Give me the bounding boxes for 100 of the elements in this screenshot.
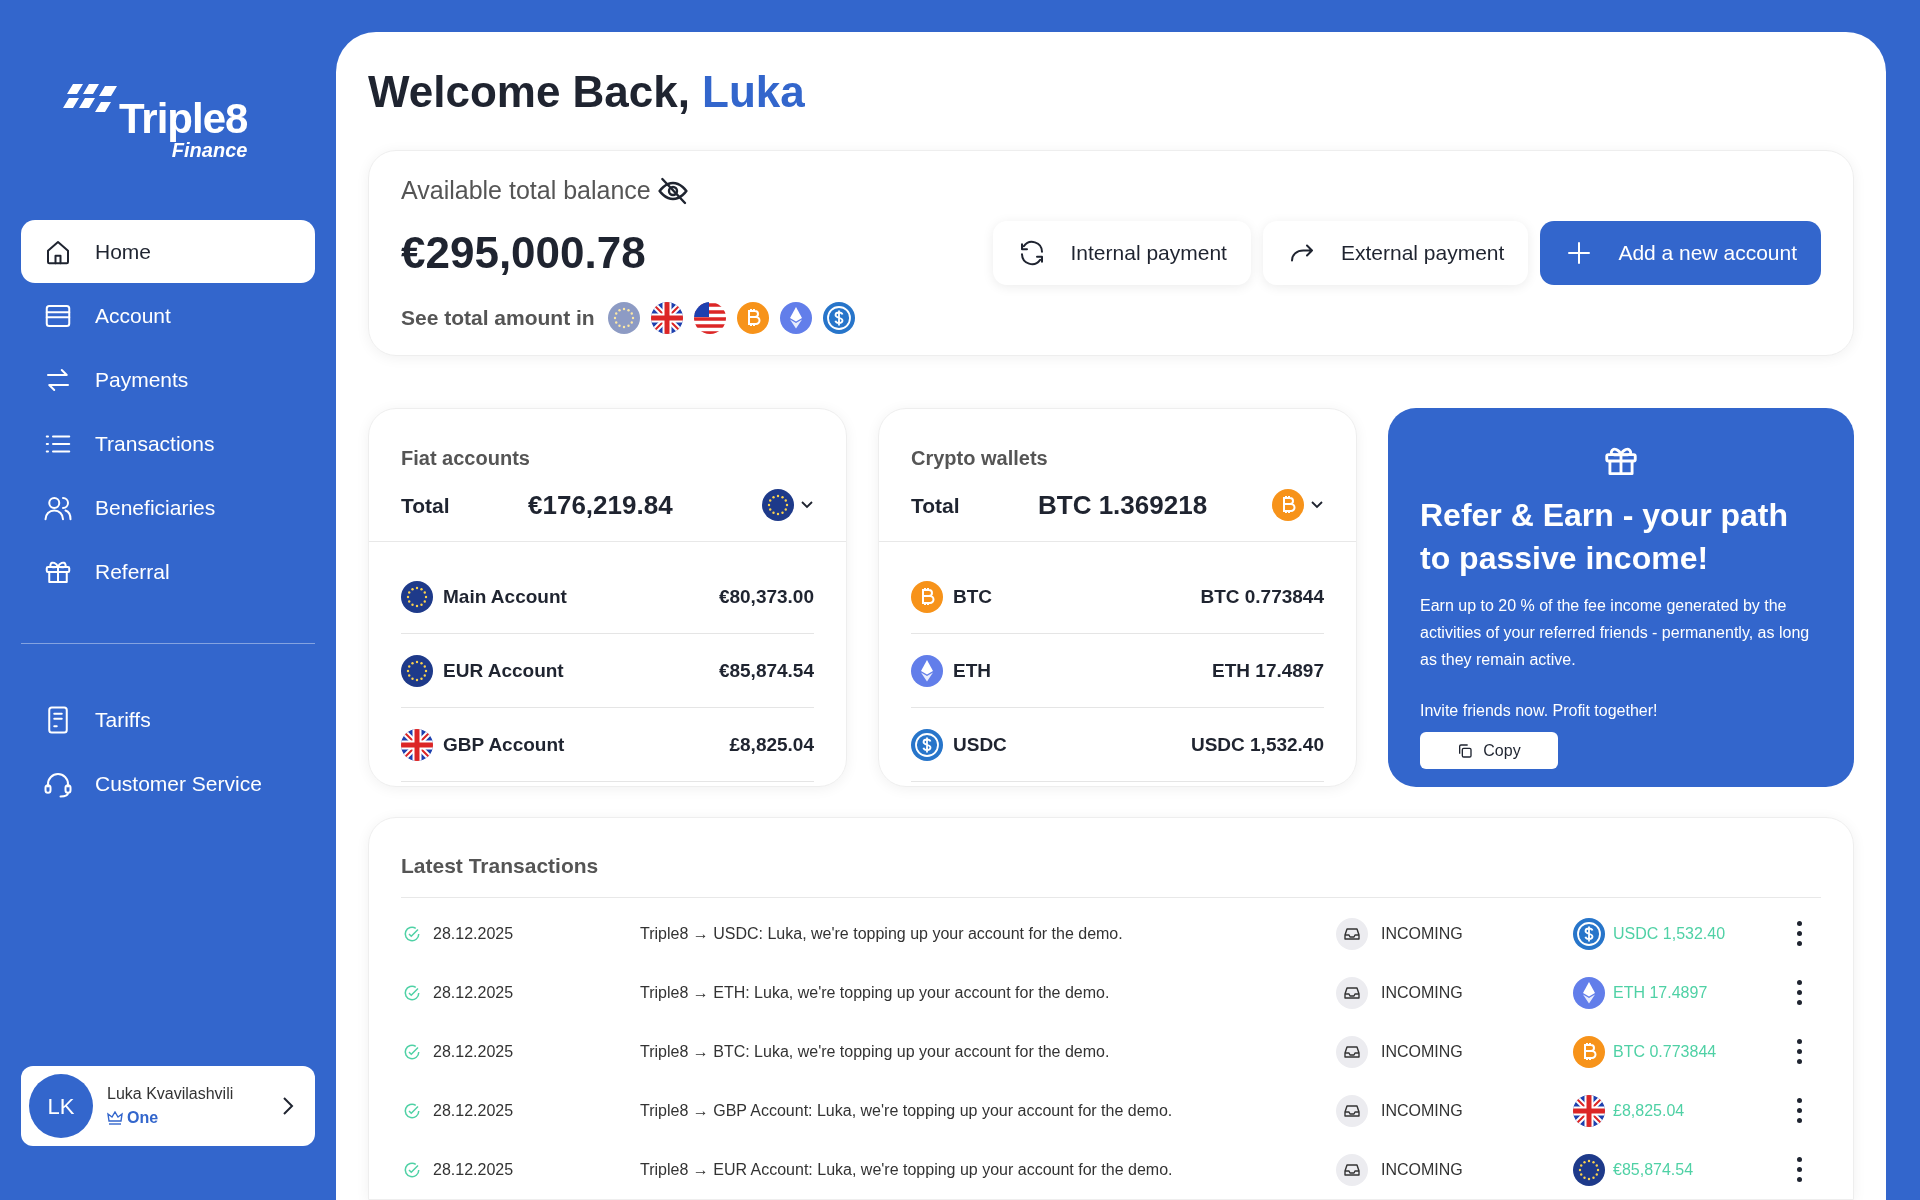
card-title: Crypto wallets <box>911 446 1049 472</box>
account-name: BTC <box>953 584 994 609</box>
bitcoin-icon <box>1272 489 1304 522</box>
plan-label: One <box>127 1108 159 1128</box>
transaction-amount: ETH 17.4897 <box>1613 982 1709 1003</box>
account-balance: €80,373.00 <box>718 584 814 609</box>
nav-item[interactable]: Account <box>21 284 315 347</box>
transaction-date: 28.12.2025 <box>433 1100 515 1121</box>
inbox-icon <box>1336 917 1368 950</box>
ethereum-icon <box>779 301 812 334</box>
transaction-date: 28.12.2025 <box>433 923 515 944</box>
referral-description: Earn up to 20 % of the fee income generated by the activities of your referred friends - permanently, as long as they remain active. <box>1420 596 1811 671</box>
uk-flag-icon <box>650 301 683 334</box>
currency-option[interactable] <box>650 301 683 334</box>
bitcoin-icon <box>911 580 943 613</box>
check-circle-icon <box>403 1042 421 1061</box>
balance-label: Available total balance <box>401 175 651 207</box>
transaction-description: Triple8 → EUR Account: Luka, we're topping up your account for the demo. <box>640 1159 1174 1180</box>
uk-flag-icon <box>401 728 433 761</box>
logo-wordmark: Triple8 <box>119 94 248 142</box>
account-balance: BTC 0.773844 <box>1200 584 1324 609</box>
transaction-direction: INCOMING <box>1381 1159 1464 1180</box>
inbox-icon <box>1336 1094 1368 1127</box>
inbox-icon <box>1336 976 1368 1009</box>
account-name: ETH <box>953 658 992 683</box>
account-balance: USDC 1,532.40 <box>1190 732 1324 757</box>
account-name: Main Account <box>443 584 568 609</box>
nav-item[interactable]: Referral <box>21 540 315 603</box>
currency-option[interactable] <box>822 301 855 334</box>
nav-item[interactable]: Beneficiaries <box>21 476 315 539</box>
transaction-direction: INCOMING <box>1381 923 1464 944</box>
account-name: GBP Account <box>443 732 566 757</box>
transaction-description: Triple8 → BTC: Luka, we're topping up your account for the demo. <box>640 1041 1111 1062</box>
ethereum-icon <box>1573 976 1605 1009</box>
transaction-date: 28.12.2025 <box>433 982 515 1003</box>
copy-button[interactable]: Copy <box>1420 732 1558 770</box>
eu-flag-icon <box>401 654 433 687</box>
transaction-amount: USDC 1,532.40 <box>1613 923 1727 944</box>
account-name: USDC <box>953 732 1008 757</box>
action-button[interactable]: External payment <box>1262 221 1529 286</box>
referral-invite-text: Invite friends now. Profit together! <box>1420 701 1659 722</box>
account-balance: €85,874.54 <box>718 658 814 683</box>
user-name: Luka <box>702 66 805 118</box>
account-balance: ETH 17.4897 <box>1212 658 1324 683</box>
currency-selector-label: See total amount in <box>401 305 595 332</box>
usdc-icon <box>1573 917 1605 950</box>
nav-item[interactable]: Home <box>21 220 315 283</box>
transaction-description: Triple8 → GBP Account: Luka, we're topping up your account for the demo. <box>640 1100 1174 1121</box>
welcome-heading: Welcome Back, <box>368 66 690 118</box>
balance-amount: €295,000.78 <box>401 226 647 279</box>
nav-item[interactable]: Transactions <box>21 412 315 475</box>
eu-flag-icon <box>762 489 794 522</box>
transactions-title: Latest Transactions <box>401 852 600 879</box>
chevron-right-icon <box>281 1095 295 1117</box>
nav-item[interactable]: Customer Service <box>21 752 315 815</box>
ethereum-icon <box>911 654 943 687</box>
bitcoin-icon <box>736 301 769 334</box>
eu-flag-icon <box>607 301 640 334</box>
currency-option[interactable] <box>779 301 812 334</box>
bitcoin-icon <box>1573 1035 1605 1068</box>
referral-title: Refer & Earn - your path to passive income! <box>1420 496 1790 579</box>
currency-option[interactable] <box>693 301 726 334</box>
action-button[interactable]: Internal payment <box>992 221 1251 286</box>
total-amount: BTC 1.369218 <box>1038 488 1209 522</box>
transaction-amount: £8,825.04 <box>1613 1100 1686 1121</box>
crown-icon <box>107 1111 123 1125</box>
usdc-icon <box>911 728 943 761</box>
user-full-name: Luka Kvavilashvili <box>107 1084 235 1104</box>
account-name: EUR Account <box>443 658 565 683</box>
copy-icon <box>1457 742 1474 759</box>
card-title: Fiat accounts <box>401 446 531 472</box>
chevron-down-icon <box>800 500 814 511</box>
inbox-icon <box>1336 1153 1368 1186</box>
transaction-description: Triple8 → USDC: Luka, we're topping up your account for the demo. <box>640 923 1124 944</box>
check-circle-icon <box>403 924 421 943</box>
transaction-date: 28.12.2025 <box>433 1159 515 1180</box>
inbox-icon <box>1336 1035 1368 1068</box>
check-circle-icon <box>403 1160 421 1179</box>
action-button[interactable]: Add a new account <box>1540 221 1821 286</box>
transaction-direction: INCOMING <box>1381 1041 1464 1062</box>
total-label: Total <box>911 492 961 519</box>
check-circle-icon <box>403 983 421 1002</box>
us-flag-icon <box>693 301 726 334</box>
nav-item[interactable]: Payments <box>21 348 315 411</box>
transaction-direction: INCOMING <box>1381 1100 1464 1121</box>
transaction-amount: BTC 0.773844 <box>1613 1041 1718 1062</box>
nav-item[interactable]: Tariffs <box>21 688 315 751</box>
eu-flag-icon <box>1573 1153 1605 1186</box>
total-label: Total <box>401 492 451 519</box>
transaction-direction: INCOMING <box>1381 982 1464 1003</box>
currency-dropdown[interactable] <box>762 489 814 522</box>
check-circle-icon <box>403 1101 421 1120</box>
usdc-icon <box>822 301 855 334</box>
user-card[interactable]: LK Luka Kvavilashvili One <box>21 1066 315 1146</box>
transaction-date: 28.12.2025 <box>433 1041 515 1062</box>
transaction-description: Triple8 → ETH: Luka, we're topping up your account for the demo. <box>640 982 1111 1003</box>
eu-flag-icon <box>401 580 433 613</box>
chevron-down-icon <box>1310 500 1324 511</box>
avatar: LK <box>29 1074 93 1138</box>
transaction-amount: €85,874.54 <box>1613 1159 1695 1180</box>
